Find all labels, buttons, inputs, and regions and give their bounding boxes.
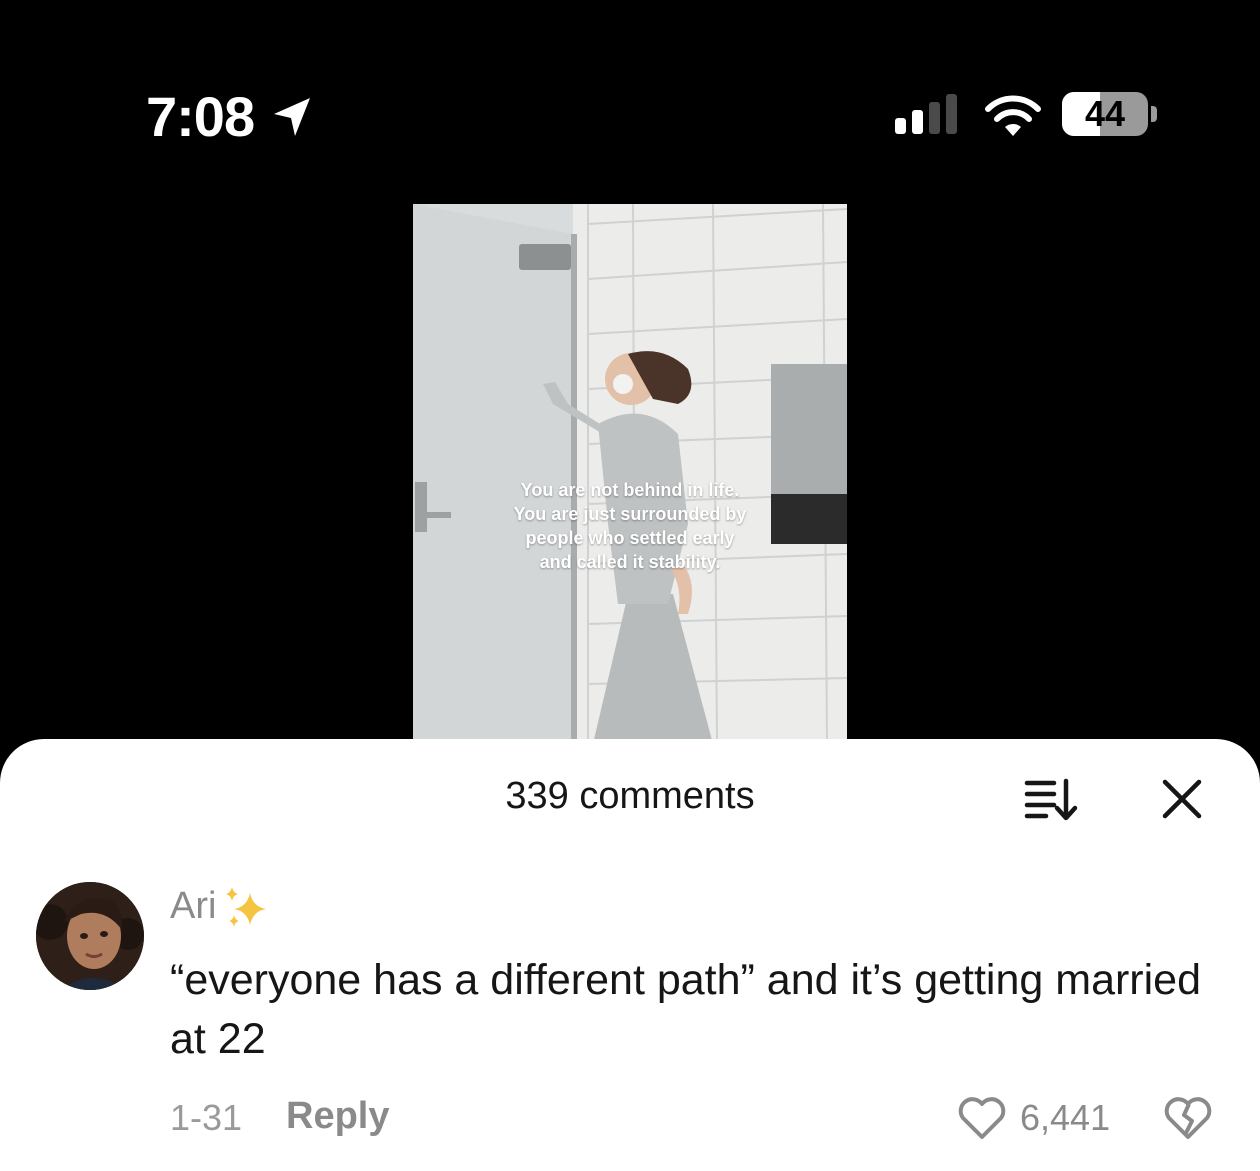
dislike-icon[interactable] bbox=[1162, 1095, 1214, 1141]
video-caption: You are not behind in life. You are just… bbox=[413, 478, 847, 574]
sparkles-icon bbox=[226, 887, 266, 927]
wifi-icon bbox=[985, 95, 1041, 136]
status-bar: 7:08 44 bbox=[0, 0, 1260, 200]
caption-line: You are just surrounded by bbox=[513, 504, 747, 524]
sort-icon[interactable] bbox=[1024, 777, 1078, 823]
caption-line: You are not behind in life. bbox=[520, 480, 740, 500]
cellular-signal-icon bbox=[895, 94, 957, 134]
video-frame bbox=[413, 204, 847, 744]
avatar[interactable] bbox=[36, 882, 144, 990]
comment-text: “everyone has a different path” and it’s… bbox=[170, 956, 1202, 1063]
status-time: 7:08 bbox=[146, 85, 255, 148]
location-arrow-icon bbox=[274, 98, 310, 136]
heart-icon[interactable] bbox=[956, 1095, 1008, 1141]
battery-icon: 44 bbox=[1062, 92, 1158, 136]
caption-line: and called it stability. bbox=[539, 552, 721, 572]
like-count: 6,441 bbox=[1020, 1097, 1111, 1138]
video-player[interactable]: You are not behind in life. You are just… bbox=[413, 204, 847, 744]
reply-button[interactable]: Reply bbox=[286, 1095, 389, 1138]
comments-sheet: 339 comments Ari “everyone has a differe… bbox=[0, 739, 1260, 1171]
caption-line: people who settled early bbox=[525, 528, 735, 548]
comment-username[interactable]: Ari bbox=[170, 885, 216, 928]
comment-date: 1-31 bbox=[170, 1097, 243, 1138]
battery-level: 44 bbox=[1084, 93, 1126, 134]
close-icon[interactable] bbox=[1162, 779, 1202, 819]
